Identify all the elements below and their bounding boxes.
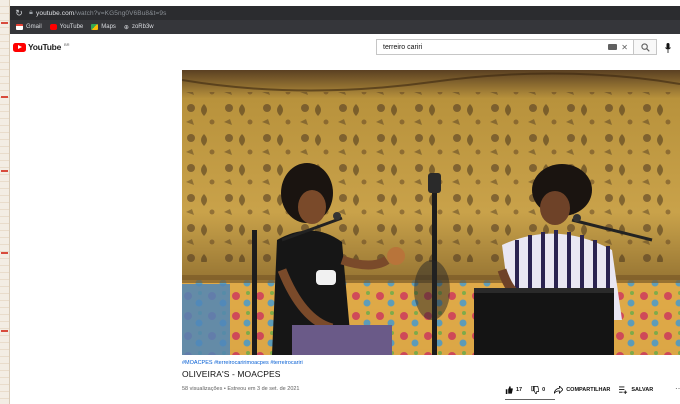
bookmark-label: YouTube — [59, 24, 84, 30]
gmail-icon — [16, 24, 23, 30]
search-query: terreiro cariri — [383, 43, 423, 51]
paper-edge — [0, 0, 10, 404]
clear-search-icon[interactable]: ✕ — [621, 43, 628, 52]
bookmark-gmail[interactable]: Gmail — [16, 24, 42, 30]
video-player[interactable] — [182, 70, 680, 355]
share-label: COMPARTILHAR — [566, 387, 611, 393]
search-input[interactable]: terreiro cariri ✕ — [376, 39, 633, 55]
thumbs-up-icon — [505, 386, 513, 394]
youtube-masthead: YouTube BR terreiro cariri ✕ — [10, 34, 680, 60]
bookmark-label: Maps — [101, 24, 116, 30]
url-host: youtube.com — [36, 9, 75, 17]
lock-icon[interactable]: 🔒︎ — [26, 9, 36, 17]
video-title: OLIVEIRA'S - MOACPES — [182, 369, 281, 379]
youtube-logo[interactable]: YouTube BR — [13, 42, 70, 52]
bookmark-other[interactable]: ⊕ zoRb3w — [124, 24, 154, 31]
thumbs-down-icon — [531, 386, 540, 394]
url-path: /watch?v=KG5ng0V6Bu8&t=9s — [74, 9, 167, 17]
video-actions: 17 0 COMPARTILHAR SALVAR — [505, 383, 662, 397]
dislike-button[interactable]: 0 — [531, 386, 545, 394]
logo-text: YouTube — [28, 42, 61, 52]
keyboard-icon[interactable] — [608, 44, 618, 50]
bookmark-label: Gmail — [26, 24, 42, 30]
search-button[interactable] — [633, 39, 657, 55]
video-hashtags[interactable]: #MOACPES #terreirocaririmoacpes #terreir… — [182, 360, 680, 366]
save-label: SALVAR — [631, 387, 654, 393]
like-count: 17 — [516, 387, 523, 393]
logo-region: BR — [64, 42, 70, 47]
reload-icon[interactable]: ↻ — [12, 8, 26, 19]
dislike-count: 0 — [542, 387, 546, 393]
like-bar — [505, 399, 555, 400]
globe-icon: ⊕ — [123, 24, 129, 31]
maps-icon — [91, 24, 99, 30]
bookmark-youtube[interactable]: YouTube — [49, 24, 84, 30]
bookmark-maps[interactable]: Maps — [91, 24, 116, 30]
microphone-icon[interactable] — [665, 43, 671, 53]
search-icon — [640, 42, 650, 52]
save-button[interactable]: SALVAR — [619, 386, 653, 394]
bookmark-label: zoRb3w — [131, 24, 154, 30]
video-frame — [182, 70, 680, 355]
share-icon — [554, 386, 564, 394]
youtube-icon — [49, 24, 57, 30]
bookmarks-bar: Gmail YouTube Maps ⊕ zoRb3w — [10, 20, 680, 34]
like-button[interactable]: 17 — [505, 386, 522, 394]
more-options-icon[interactable]: ⋯ — [675, 384, 680, 393]
url-field[interactable]: youtube.com/watch?v=KG5ng0V6Bu8&t=9s — [36, 10, 166, 17]
playlist-add-icon — [619, 386, 628, 394]
youtube-play-icon — [13, 42, 26, 52]
share-button[interactable]: COMPARTILHAR — [554, 386, 610, 394]
browser-address-bar: ↻ 🔒︎ youtube.com/watch?v=KG5ng0V6Bu8&t=9… — [10, 6, 680, 20]
